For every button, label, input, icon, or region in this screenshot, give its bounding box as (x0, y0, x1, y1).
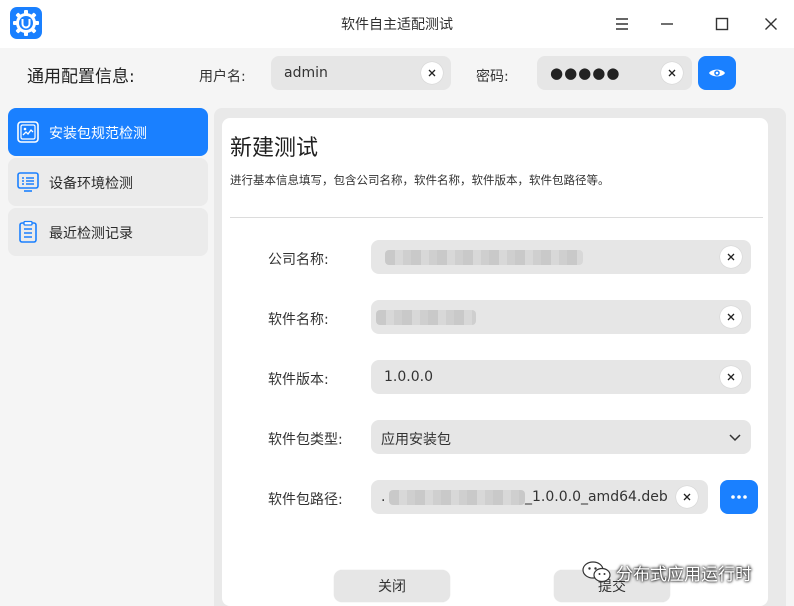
software-clear-button[interactable] (720, 306, 742, 328)
title-bar: 软件自主适配测试 (0, 0, 794, 48)
sidebar-item-label: 安装包规范检测 (49, 126, 147, 142)
username-label: 用户名: (199, 69, 246, 85)
maximize-icon (715, 17, 729, 31)
device-list-icon (16, 170, 40, 194)
chevron-down-icon (727, 429, 743, 445)
main-panel: 新建测试 进行基本信息填写，包含公司名称，软件名称，软件版本，软件包路径等。 公… (214, 108, 786, 606)
sidebar-item-label: 最近检测记录 (49, 226, 133, 242)
password-value: ●●●●● (550, 64, 621, 82)
browse-file-button[interactable] (720, 480, 758, 514)
close-icon (765, 18, 777, 30)
sidebar-item-label: 设备环境检测 (49, 176, 133, 192)
sidebar-item-recent-records[interactable]: 最近检测记录 (8, 208, 208, 256)
clear-icon (668, 69, 676, 77)
clipboard-icon (16, 220, 40, 244)
close-window-button[interactable] (757, 10, 785, 38)
software-version-field[interactable]: 1.0.0.0 (371, 360, 751, 394)
general-config-row: 通用配置信息: 用户名: admin 密码: ●●●●● (0, 48, 794, 100)
password-label: 密码: (476, 69, 509, 85)
clear-icon (727, 313, 735, 321)
close-button[interactable]: 关闭 (334, 570, 450, 602)
watermark: 分布式应用运行时 (582, 559, 752, 585)
package-path-prefix: . (381, 489, 386, 505)
menu-button[interactable] (608, 10, 636, 38)
redacted-text (385, 250, 583, 265)
page-title: 新建测试 (230, 136, 319, 161)
package-type-label: 软件包类型: (268, 432, 343, 448)
new-test-card: 新建测试 进行基本信息填写，包含公司名称，软件名称，软件版本，软件包路径等。 公… (222, 118, 768, 606)
maximize-button[interactable] (708, 10, 736, 38)
username-field[interactable]: admin (271, 56, 451, 90)
software-label: 软件名称: (268, 312, 329, 328)
sidebar-item-device-env[interactable]: 设备环境检测 (8, 158, 208, 206)
sidebar-item-package-check[interactable]: 安装包规范检测 (8, 108, 208, 156)
config-heading: 通用配置信息: (27, 67, 135, 87)
package-type-value: 应用安装包 (381, 432, 451, 448)
page-description: 进行基本信息填写，包含公司名称，软件名称，软件版本，软件包路径等。 (230, 173, 610, 187)
software-name-field[interactable] (371, 300, 751, 334)
wechat-icon (582, 561, 611, 583)
clear-icon (428, 69, 436, 77)
company-label: 公司名称: (268, 252, 329, 268)
company-name-field[interactable] (371, 240, 751, 274)
sidebar: 安装包规范检测 设备环境检测 最近检测记录 (8, 108, 208, 258)
redacted-text (389, 490, 525, 505)
menu-icon (616, 18, 628, 30)
more-dots-icon (731, 495, 747, 499)
username-clear-button[interactable] (421, 62, 443, 84)
package-path-label: 软件包路径: (268, 492, 343, 508)
password-field[interactable]: ●●●●● (537, 56, 692, 90)
username-value: admin (284, 65, 328, 81)
minimize-icon (661, 23, 673, 25)
company-clear-button[interactable] (720, 246, 742, 268)
redacted-text (376, 310, 476, 325)
package-check-icon (16, 120, 40, 144)
version-label: 软件版本: (268, 372, 329, 388)
clear-icon (683, 493, 691, 501)
show-password-button[interactable] (698, 56, 736, 90)
package-path-suffix: _1.0.0.0_amd64.deb (525, 489, 668, 505)
eye-icon (709, 69, 725, 77)
watermark-text: 分布式应用运行时 (616, 564, 752, 585)
software-version-value: 1.0.0.0 (384, 369, 433, 385)
package-path-clear-button[interactable] (676, 486, 698, 508)
clear-icon (727, 253, 735, 261)
package-type-select[interactable]: 应用安装包 (371, 420, 751, 454)
divider (230, 217, 763, 218)
clear-icon (727, 373, 735, 381)
package-path-field[interactable]: . _1.0.0.0_amd64.deb (371, 480, 708, 514)
password-clear-button[interactable] (661, 62, 683, 84)
minimize-button[interactable] (653, 10, 681, 38)
version-clear-button[interactable] (720, 366, 742, 388)
